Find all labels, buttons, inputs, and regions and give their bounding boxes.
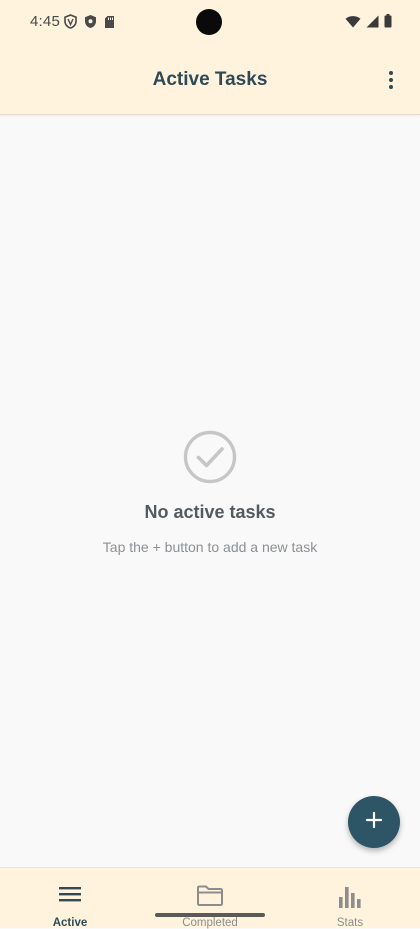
nav-item-stats[interactable]: Stats xyxy=(280,868,420,929)
nav-label-completed: Completed xyxy=(182,917,238,929)
nav-item-active[interactable]: Active xyxy=(0,868,140,929)
camera-cutout xyxy=(196,9,222,35)
vpn-shield-icon xyxy=(64,14,77,34)
status-time: 4:45 xyxy=(30,13,60,30)
more-vert-icon xyxy=(388,70,394,95)
wifi-icon xyxy=(345,15,361,33)
bar-chart-icon xyxy=(337,885,363,914)
empty-state-subtitle: Tap the + button to add a new task xyxy=(102,539,318,555)
gesture-navigation-handle[interactable] xyxy=(155,913,265,917)
more-options-button[interactable] xyxy=(376,67,406,97)
battery-icon xyxy=(384,14,392,33)
cell-signal-icon xyxy=(366,15,379,33)
empty-state: No active tasks Tap the + button to add … xyxy=(0,430,420,555)
status-left-icons xyxy=(64,14,115,34)
add-task-button[interactable] xyxy=(348,796,400,848)
status-right-icons xyxy=(345,14,392,33)
check-circle-icon xyxy=(0,430,420,484)
nav-label-active: Active xyxy=(52,917,88,929)
add-icon xyxy=(365,811,383,834)
status-bar: 4:45 xyxy=(0,0,420,44)
folder-icon xyxy=(196,885,224,912)
nav-label-stats: Stats xyxy=(336,917,364,929)
list-icon xyxy=(58,885,82,908)
shield-icon xyxy=(84,14,97,34)
nav-item-completed[interactable]: Completed xyxy=(140,868,280,929)
empty-state-title: No active tasks xyxy=(144,502,276,522)
app-bar: Active Tasks xyxy=(0,44,420,115)
bottom-navigation: Active Completed Stats xyxy=(0,867,420,929)
page-title: Active Tasks xyxy=(152,69,268,90)
sd-card-icon xyxy=(104,15,115,34)
